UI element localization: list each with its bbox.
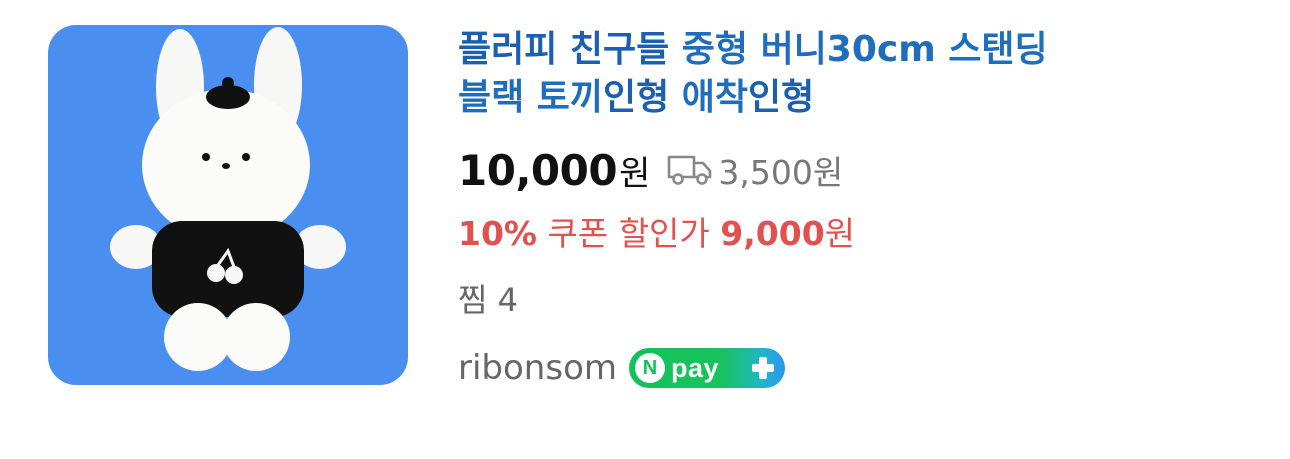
title-brand: 플러피 친구들 xyxy=(458,29,670,70)
seller-row: ribonsom N pay xyxy=(458,344,1258,392)
npay-n-logo: N xyxy=(635,353,665,383)
title-text-2: 블랙 토끼 xyxy=(458,77,604,118)
seller-name[interactable]: ribonsom xyxy=(458,348,617,388)
bunny-plush-image xyxy=(110,27,346,371)
zzim-count: 찜 4 xyxy=(458,281,518,319)
coupon-percent: 10% xyxy=(458,214,537,253)
product-thumbnail[interactable] xyxy=(48,25,408,385)
shipping-fee: 3,500원 xyxy=(718,153,844,192)
npay-badge: N pay xyxy=(629,348,785,388)
title-text-1: 중형 버니30cm 스탠딩 xyxy=(669,29,1048,70)
coupon-unit: 원 xyxy=(824,214,856,253)
plus-icon xyxy=(752,357,774,379)
truck-icon xyxy=(666,153,714,187)
npay-pay-text: pay xyxy=(671,352,720,383)
price-value: 10,000 xyxy=(458,145,618,195)
title-keyword-2: 인형 xyxy=(748,77,815,118)
title-text-3: 애착 xyxy=(669,77,749,118)
price-unit: 원 xyxy=(619,153,651,194)
product-card[interactable]: 플러피 친구들 중형 버니30cm 스탠딩 블랙 토끼인형 애착인형 10,000… xyxy=(0,0,1290,459)
coupon-price-row: 10% 쿠폰 할인가 9,000원 xyxy=(458,212,1258,256)
product-title[interactable]: 플러피 친구들 중형 버니30cm 스탠딩 블랙 토끼인형 애착인형 xyxy=(458,26,1258,122)
coupon-price: 9,000 xyxy=(720,214,825,253)
title-keyword-1: 인형 xyxy=(603,77,670,118)
coupon-label: 쿠폰 할인가 xyxy=(537,214,721,253)
price-row: 10,000 원 3,500원 xyxy=(458,144,1258,196)
